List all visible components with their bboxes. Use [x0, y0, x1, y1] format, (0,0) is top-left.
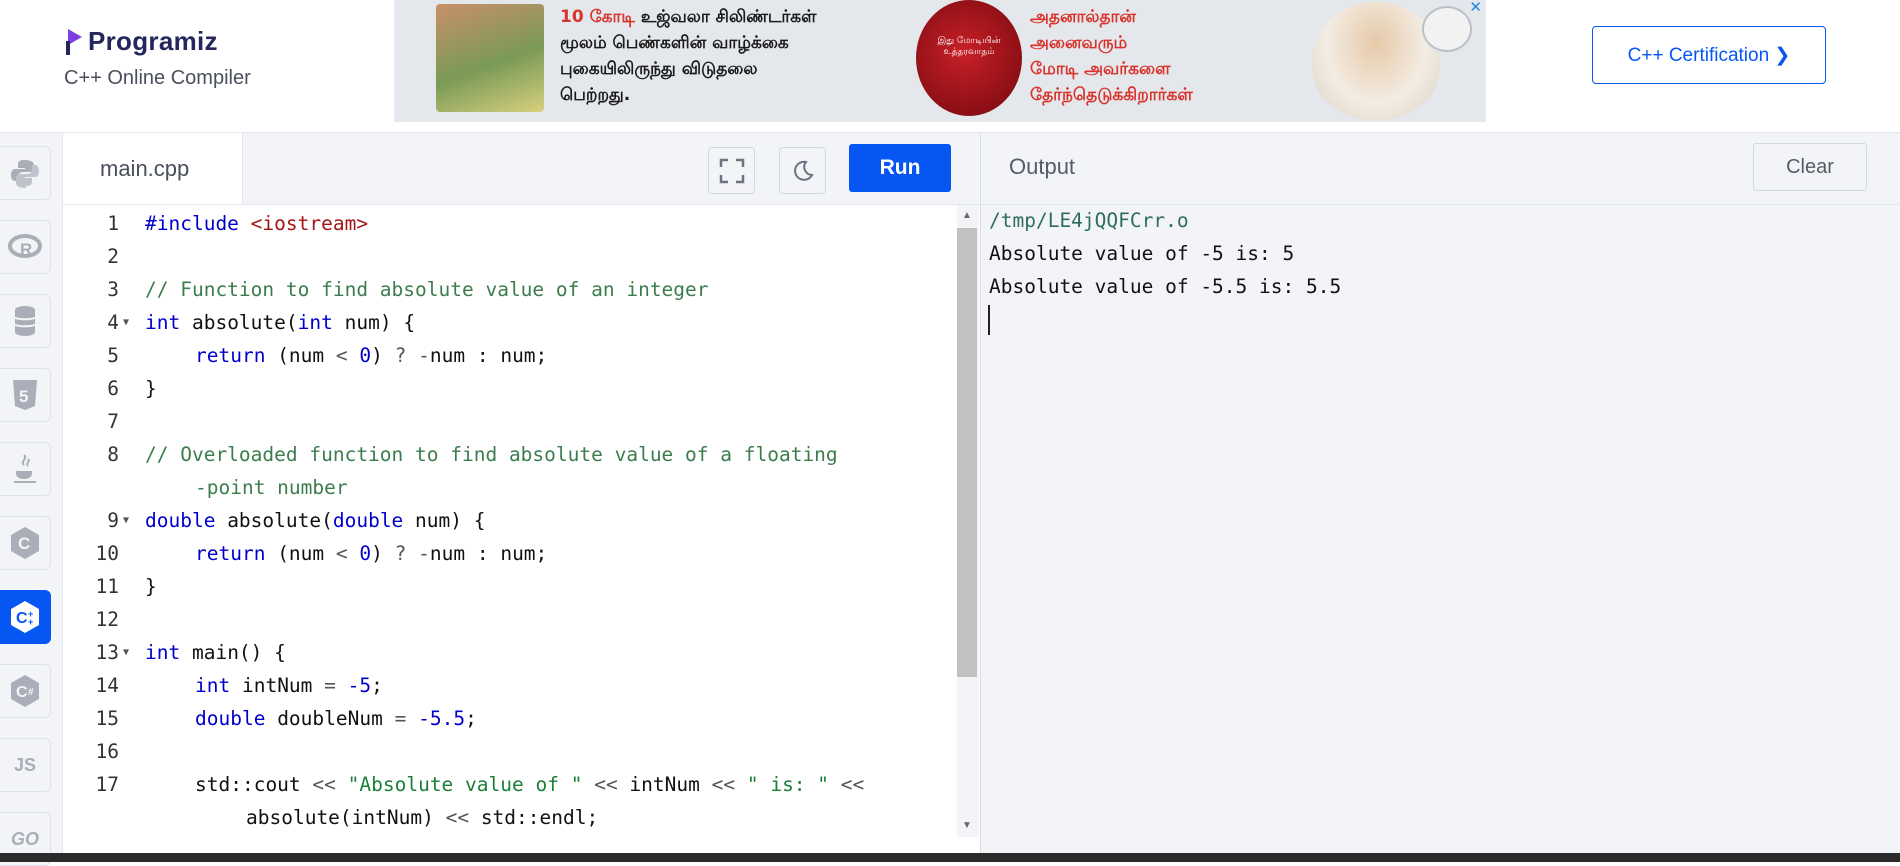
dark-mode-button[interactable] — [779, 147, 826, 194]
svg-text:5: 5 — [19, 387, 28, 406]
advertisement-banner[interactable]: 10 கோடி உஜ்வலா சிலிண்டர்கள் மூலம் பெண்கள… — [394, 0, 1486, 122]
code-line-wrap: -point number — [195, 476, 348, 499]
c-language-icon[interactable]: C — [0, 516, 51, 570]
code-line: 9 ▼ double absolute(double num) { — [63, 504, 958, 537]
ad-text-right: அதனால்தான் அனைவரும் மோடி அவர்களை தேர்ந்த… — [1030, 7, 1193, 105]
ad-text-left: 10 கோடி உஜ்வலா சிலிண்டர்கள் மூலம் பெண்கள… — [560, 7, 817, 105]
code-line: 16 — [95, 740, 119, 763]
bottom-edge-bar — [0, 853, 1900, 862]
output-line: Absolute value of -5.5 is: 5.5 — [989, 275, 1342, 298]
code-editor[interactable]: 1 #include <iostream> 2 3// Function to f… — [63, 205, 958, 837]
output-line: Absolute value of -5 is: 5 — [989, 242, 1295, 265]
fold-arrow-icon: ▼ — [123, 317, 130, 328]
svg-text:R: R — [20, 240, 32, 259]
ad-photo-woman — [436, 4, 544, 112]
cpp-certification-button[interactable]: C++ Certification ❯ — [1592, 26, 1826, 84]
run-button[interactable]: Run — [849, 144, 951, 192]
scroll-down-arrow-icon[interactable]: ▼ — [962, 820, 972, 831]
svg-text:+: + — [28, 617, 33, 627]
java-icon[interactable] — [0, 442, 51, 496]
code-line: 13 ▼ int main() { — [63, 636, 958, 669]
editor-scroll-thumb[interactable] — [957, 228, 977, 677]
code-line: 11} — [95, 575, 157, 598]
code-line: 15 double doubleNum = -5.5; — [95, 707, 477, 730]
code-line: 12 — [95, 608, 119, 631]
editor-toolbar: main.cpp — [63, 133, 980, 205]
csharp-language-icon[interactable]: C # — [0, 664, 51, 718]
svg-text:C: C — [18, 534, 30, 553]
fullscreen-icon — [719, 158, 744, 183]
ad-photo-person — [1312, 2, 1440, 120]
code-line: 1 #include <iostream> — [107, 212, 369, 235]
tab-main-cpp[interactable]: main.cpp — [63, 133, 243, 204]
clear-button[interactable]: Clear — [1753, 143, 1867, 191]
fullscreen-button[interactable] — [708, 147, 755, 194]
code-line-wrap: absolute(intNum) << std::endl; — [246, 806, 599, 829]
code-line: 5 return (num < 0) ? -num : num; — [107, 344, 548, 367]
code-line: 2 — [107, 245, 119, 268]
output-title: Output — [1009, 154, 1076, 179]
fold-arrow-icon: ▼ — [123, 515, 130, 526]
fold-arrow-icon: ▼ — [123, 647, 130, 658]
code-line: 8// Overloaded function to find absolute… — [107, 443, 838, 466]
r-language-icon[interactable]: R — [0, 220, 51, 274]
moon-icon — [793, 160, 814, 181]
python-language-icon[interactable] — [0, 146, 51, 200]
top-header: Programiz C++ Online Compiler 10 கோடி உஜ… — [0, 0, 1900, 133]
language-sidebar: R 5 C C + + C # JS GO — [0, 133, 63, 866]
code-line: 6} — [107, 377, 157, 400]
code-line: 4 ▼ int absolute(int num) { — [63, 306, 958, 339]
ad-seal: இது மோடியின் உத்தரவாதம் — [916, 0, 1022, 116]
cpp-language-icon[interactable]: C + + — [0, 590, 51, 644]
ad-close-icon[interactable]: ✕ — [1469, 0, 1482, 16]
output-line: /tmp/LE4jQQFCrr.o — [989, 209, 1189, 232]
svg-text:C: C — [16, 684, 28, 701]
compiler-subtitle: C++ Online Compiler — [64, 67, 251, 89]
ad-party-badge — [1422, 6, 1472, 52]
scroll-up-arrow-icon[interactable]: ▲ — [962, 210, 972, 221]
html5-icon[interactable]: 5 — [0, 368, 51, 422]
javascript-language-icon[interactable]: JS — [0, 738, 51, 792]
code-line: 17 std::cout << "Absolute value of " << i… — [95, 773, 865, 796]
code-line: 10 return (num < 0) ? -num : num; — [95, 542, 548, 565]
brand-name: Programiz — [88, 26, 218, 56]
code-line: 3// Function to find absolute value of a… — [107, 278, 709, 301]
programiz-logo[interactable]: Programiz — [66, 26, 218, 57]
sql-database-icon[interactable] — [0, 294, 51, 348]
text-cursor — [988, 305, 990, 335]
code-line: 14 int intNum = -5; — [95, 674, 383, 697]
svg-text:C: C — [16, 610, 28, 627]
svg-text:#: # — [28, 687, 34, 698]
code-line: 7 — [107, 410, 119, 433]
programiz-logo-icon — [66, 27, 86, 57]
